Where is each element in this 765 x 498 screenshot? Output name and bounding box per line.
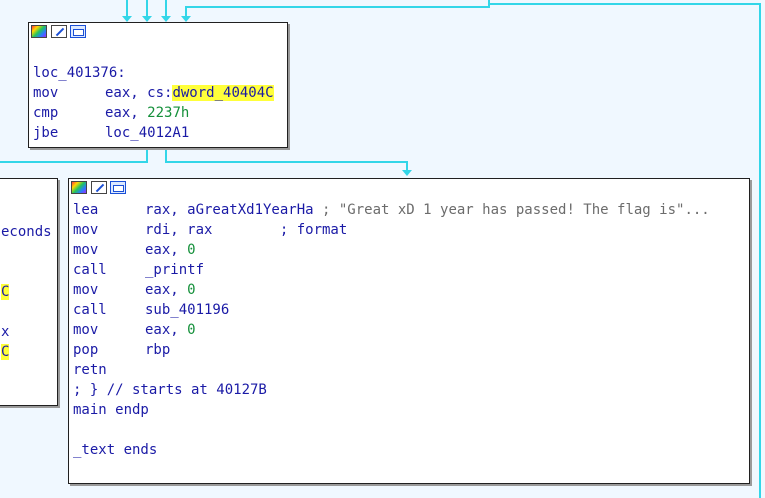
instruction-line[interactable]: mov eax, 0 — [73, 320, 745, 340]
block-loc-401376[interactable]: loc_401376: mov eax, cs:dword_40404C cmp e… — [28, 22, 288, 148]
code-label[interactable]: loc_401376: — [33, 63, 283, 83]
edit-node-icon[interactable] — [51, 25, 67, 38]
instruction-line[interactable]: retn — [73, 360, 745, 380]
edge-true-branch — [165, 150, 408, 171]
code-fragment: C — [1, 284, 10, 300]
proc-end-line[interactable]: main endp — [73, 400, 745, 420]
instruction-line[interactable]: pop rbp — [73, 340, 745, 360]
color-palette-icon[interactable] — [71, 181, 87, 194]
instruction-line[interactable]: call sub_401196 — [73, 300, 745, 320]
graph-overview-icon[interactable] — [110, 181, 126, 194]
edit-node-icon[interactable] — [91, 181, 107, 194]
instruction-line[interactable]: lea rax, aGreatXd1YearHa ; "Great xD 1 ye… — [73, 200, 745, 220]
instruction-line[interactable]: cmp eax, 2237h — [33, 103, 283, 123]
instruction-line[interactable]: mov rdi, rax ; format — [73, 220, 745, 240]
block-main-end[interactable]: lea rax, aGreatXd1YearHa ; "Great xD 1 ye… — [68, 178, 750, 484]
code-fragment: x — [1, 324, 10, 340]
instruction-line[interactable]: call _printf — [73, 260, 745, 280]
instruction-line[interactable]: mov eax, cs:dword_40404C — [33, 83, 283, 103]
edge-loop-back — [185, 0, 490, 17]
edge-false-branch — [0, 150, 148, 163]
color-palette-icon[interactable] — [31, 25, 47, 38]
graph-overview-icon[interactable] — [70, 25, 86, 38]
code-fragment: C — [1, 344, 10, 360]
instruction-line[interactable]: mov eax, 0 — [73, 280, 745, 300]
segment-end-line[interactable]: _text ends — [73, 440, 745, 460]
block-left-partial[interactable]: econds C x C — [0, 178, 58, 406]
comment-line[interactable]: ; } // starts at 40127B — [73, 380, 745, 400]
node-toolbar — [29, 23, 287, 41]
block-code: loc_401376: mov eax, cs:dword_40404C cmp e… — [29, 41, 287, 143]
arrowhead-5 — [402, 170, 412, 176]
code-fragment: econds — [1, 224, 52, 240]
symbol-reference[interactable]: dword_40404C — [172, 85, 274, 101]
block-code: lea rax, aGreatXd1YearHa ; "Great xD 1 ye… — [69, 197, 749, 460]
instruction-line[interactable]: jbe loc_4012A1 — [33, 123, 283, 143]
instruction-line[interactable]: mov eax, 0 — [73, 240, 745, 260]
node-toolbar — [69, 179, 749, 197]
